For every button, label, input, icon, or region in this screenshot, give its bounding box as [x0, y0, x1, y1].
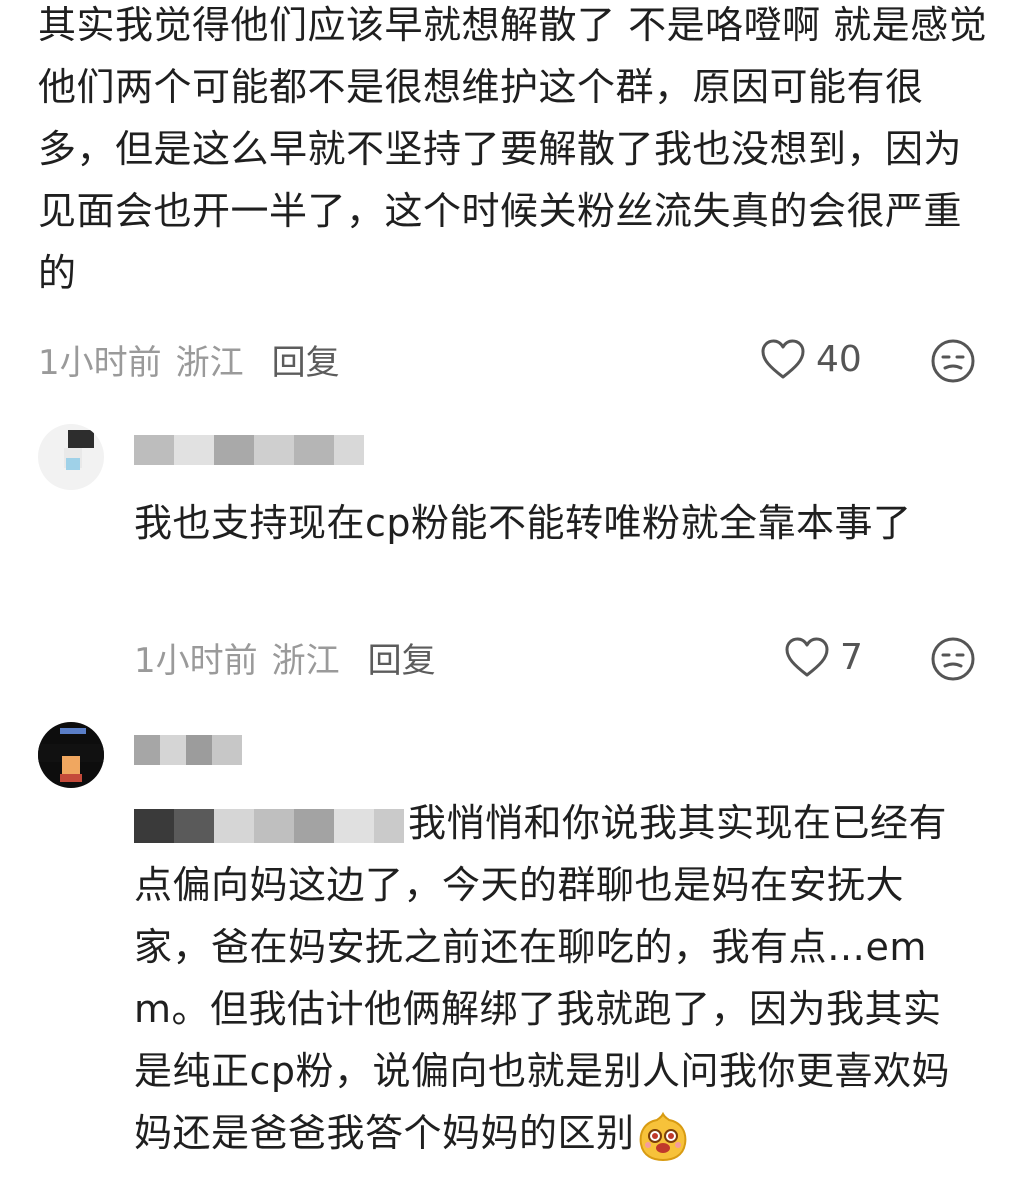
like-button[interactable]: 7	[784, 632, 863, 682]
reply-button[interactable]: 回复	[272, 335, 340, 384]
username-blurred[interactable]	[134, 732, 242, 768]
smirk-face-icon[interactable]	[930, 636, 976, 682]
reply-text: 我也支持现在cp粉能不能转唯粉就全靠本事了	[134, 501, 912, 545]
smirk-face-icon[interactable]	[930, 338, 976, 384]
reply-location: 浙江	[271, 640, 340, 681]
laughing-face-sticker-icon	[639, 1111, 686, 1161]
comment-meta: 1小时前 浙江 回复	[38, 334, 340, 384]
reply-text: 我悄悄和你说我其实现在已经有点偏向妈这边了，今天的群聊也是妈在安抚大家，爸在妈安…	[134, 792, 974, 1164]
comment-text: 其实我觉得他们应该早就想解散了 不是咯噔啊 就是感觉他们两个可能都不是很想维护这…	[38, 3, 988, 295]
reply-time: 1小时前	[134, 640, 258, 681]
like-count: 40	[816, 338, 862, 380]
reply-meta: 1小时前 浙江 回复	[134, 632, 436, 682]
comment-time: 1小时前	[38, 342, 162, 383]
heart-outline-icon	[761, 339, 805, 379]
username-blurred[interactable]	[134, 432, 364, 468]
comment-location: 浙江	[175, 342, 244, 383]
mention-blurred[interactable]	[134, 806, 404, 846]
heart-outline-icon	[785, 637, 829, 677]
like-button[interactable]: 40	[760, 334, 862, 384]
like-count: 7	[840, 636, 863, 678]
reply-text-body: 我悄悄和你说我其实现在已经有点偏向妈这边了，今天的群聊也是妈在安抚大家，爸在妈安…	[134, 801, 951, 1155]
avatar[interactable]	[38, 424, 104, 490]
reply-button[interactable]: 回复	[368, 633, 436, 682]
avatar[interactable]	[38, 722, 104, 788]
